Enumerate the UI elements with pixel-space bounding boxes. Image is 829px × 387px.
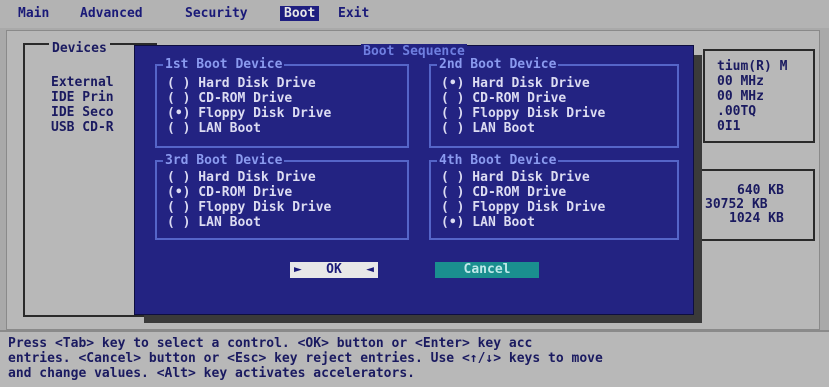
ok-button[interactable]: ► OK ◄ (290, 262, 378, 278)
menu-main[interactable]: Main (14, 6, 53, 21)
radio-option[interactable]: ( ) CD-ROM Drive (441, 91, 566, 106)
triangle-left-icon: ◄ (366, 262, 374, 277)
memory-info-row: 640 KB (737, 183, 784, 198)
memory-info-row: 30752 KB (705, 197, 768, 212)
radio-option[interactable]: ( ) LAN Boot (167, 215, 261, 230)
cpu-info-row: 00 MHz (717, 89, 764, 104)
cpu-info-row: 00 MHz (717, 74, 764, 89)
boot-sequence-dialog: Boot Sequence 1st Boot Device ( ) Hard D… (134, 44, 694, 315)
memory-info-row: 1024 KB (729, 211, 784, 226)
menu-boot[interactable]: Boot (280, 6, 320, 21)
radio-option[interactable]: ( ) Hard Disk Drive (167, 170, 316, 185)
radio-option[interactable]: ( ) LAN Boot (167, 121, 261, 136)
cancel-button[interactable]: Cancel (435, 262, 539, 278)
ok-button-label: OK (326, 262, 342, 277)
radio-option[interactable]: (•) Floppy Disk Drive (167, 106, 331, 121)
cpu-info-row: 0I1 (717, 119, 741, 134)
radio-option[interactable]: ( ) LAN Boot (441, 121, 535, 136)
group-title: 3rd Boot Device (163, 153, 285, 168)
radio-option[interactable]: ( ) CD-ROM Drive (167, 91, 292, 106)
radio-option[interactable]: ( ) Floppy Disk Drive (441, 106, 605, 121)
menu-security[interactable]: Security (181, 6, 252, 21)
menu-bar: Main Advanced Security Boot Exit (0, 0, 829, 28)
help-bar: Press <Tab> key to select a control. <OK… (0, 330, 829, 387)
group-4th-boot-device: 4th Boot Device ( ) Hard Disk Drive ( ) … (429, 153, 679, 240)
menu-exit[interactable]: Exit (334, 6, 373, 21)
device-row: IDE Prin (51, 90, 114, 105)
radio-option[interactable]: ( ) Floppy Disk Drive (167, 200, 331, 215)
group-1st-boot-device: 1st Boot Device ( ) Hard Disk Drive ( ) … (155, 57, 409, 148)
device-row: External (51, 75, 114, 90)
radio-option[interactable]: (•) Hard Disk Drive (441, 76, 590, 91)
radio-option[interactable]: (•) LAN Boot (441, 215, 535, 230)
menu-advanced[interactable]: Advanced (76, 6, 147, 21)
group-2nd-boot-device: 2nd Boot Device (•) Hard Disk Drive ( ) … (429, 57, 679, 148)
triangle-right-icon: ► (294, 262, 302, 277)
help-line: entries. <Cancel> button or <Esc> key re… (8, 351, 603, 366)
radio-option[interactable]: ( ) Hard Disk Drive (167, 76, 316, 91)
device-row: IDE Seco (51, 105, 114, 120)
cpu-info-row: tium(R) M (717, 59, 788, 74)
group-3rd-boot-device: 3rd Boot Device ( ) Hard Disk Drive (•) … (155, 153, 409, 240)
radio-option[interactable]: ( ) CD-ROM Drive (441, 185, 566, 200)
group-title: 2nd Boot Device (437, 57, 559, 72)
help-line: and change values. <Alt> key activates a… (8, 366, 415, 381)
cancel-button-label: Cancel (463, 262, 511, 277)
help-line: Press <Tab> key to select a control. <OK… (8, 336, 533, 351)
group-title: 1st Boot Device (163, 57, 285, 72)
radio-option[interactable]: ( ) Hard Disk Drive (441, 170, 590, 185)
device-row: USB CD-R (51, 120, 114, 135)
cpu-info-row: .00TQ (717, 104, 757, 119)
devices-label: Devices (49, 41, 110, 56)
radio-option[interactable]: ( ) Floppy Disk Drive (441, 200, 605, 215)
group-title: 4th Boot Device (437, 153, 559, 168)
radio-option[interactable]: (•) CD-ROM Drive (167, 185, 292, 200)
